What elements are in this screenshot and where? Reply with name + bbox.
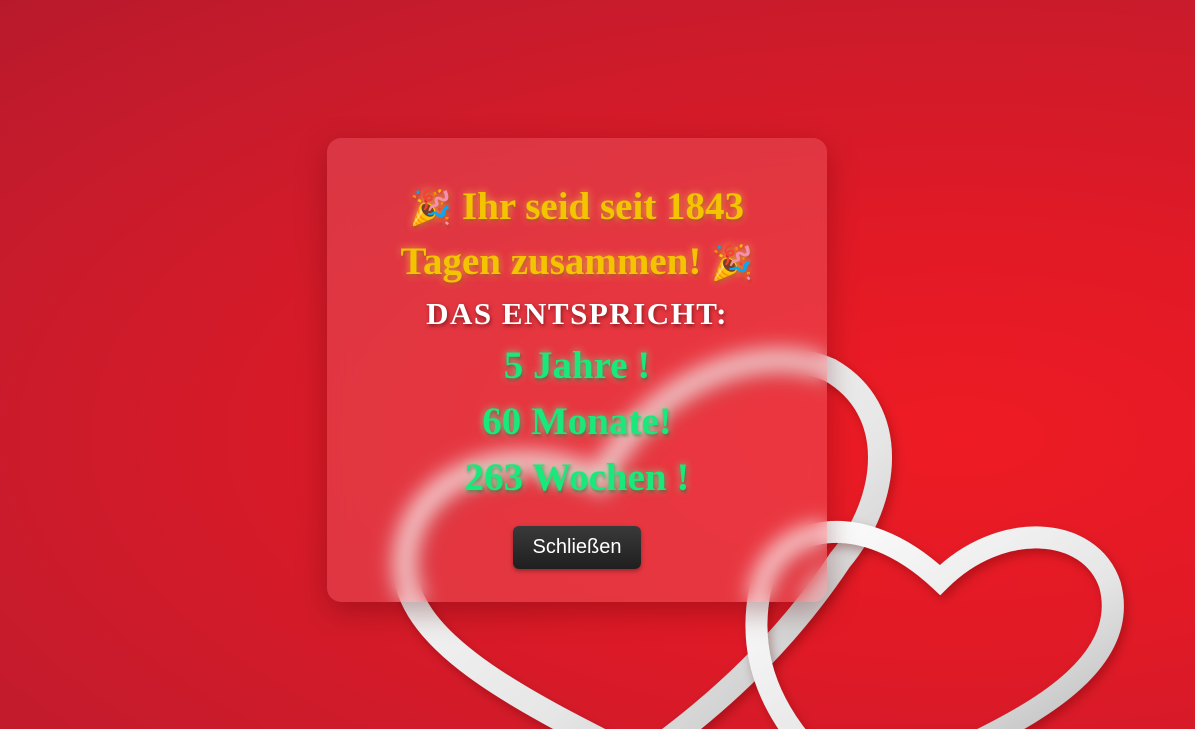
stat-weeks: 263 Wochen !: [464, 456, 690, 499]
dialog-subtitle: DAS ENTSPRICHT:: [426, 296, 728, 331]
party-popper-icon: 🎉: [409, 188, 453, 228]
party-popper-icon: 🎉: [711, 243, 754, 283]
close-button[interactable]: Schließen: [512, 526, 642, 569]
dialog-title: 🎉 Ihr seid seit 1843 Tagen zusammen! 🎉: [377, 180, 777, 290]
stat-years: 5 Jahre !: [503, 344, 651, 387]
dialog-title-text: Ihr seid seit 1843 Tagen zusammen!: [400, 185, 745, 283]
stat-months: 60 Monate!: [482, 400, 672, 443]
anniversary-dialog: 🎉 Ihr seid seit 1843 Tagen zusammen! 🎉 D…: [327, 138, 827, 602]
